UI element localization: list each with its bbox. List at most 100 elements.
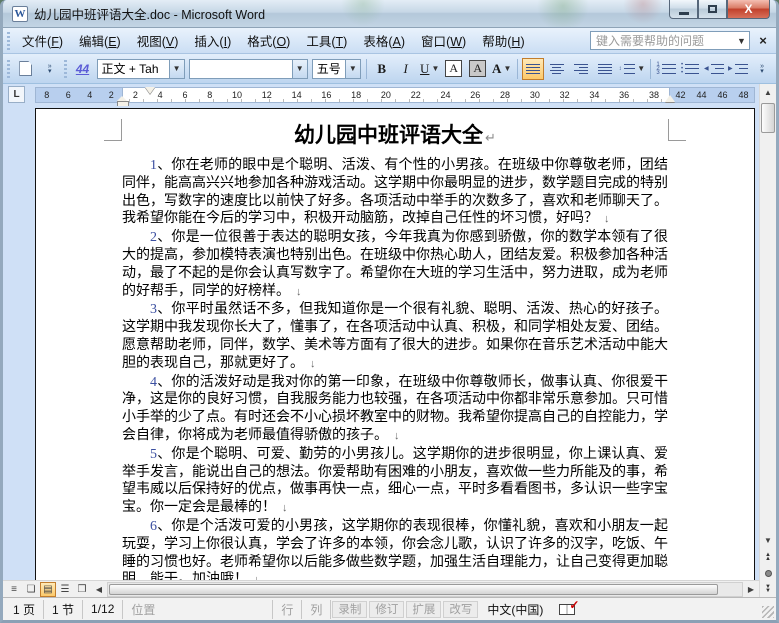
bullets-button[interactable]: • • • <box>679 58 701 80</box>
ruler-number: 24 <box>440 89 451 100</box>
scroll-up-arrow[interactable]: ▲ <box>760 84 776 101</box>
increase-indent-button[interactable]: ▶ <box>727 58 749 80</box>
menu-item[interactable]: 工具(T) <box>298 27 355 54</box>
styles-and-formatting-button[interactable]: 44 <box>72 58 94 80</box>
previous-page-button[interactable]: ▲ ▲ <box>760 549 776 565</box>
scroll-right-arrow[interactable]: ▶ <box>743 581 759 597</box>
chevron-down-icon[interactable]: ▼ <box>344 59 360 78</box>
toolbar-grip[interactable] <box>63 59 67 78</box>
vertical-scrollbar[interactable]: ▲ ▼ ▲ ▲ ▼ ▼ <box>759 84 776 597</box>
outline-view-button[interactable]: ☰ <box>57 582 73 597</box>
horizontal-scroll-thumb[interactable] <box>109 583 718 595</box>
chevron-down-icon[interactable]: ▼ <box>503 64 511 73</box>
horizontal-ruler[interactable]: 8642 2 4 6 8 10 12 14 16 18 20 22 24 26 28 30 32 34 36 38 … <box>35 87 755 107</box>
character-border-button[interactable]: A <box>443 58 465 80</box>
track-changes-toggle[interactable]: 修订 <box>369 600 405 618</box>
italic-button[interactable]: I <box>395 58 417 80</box>
chevron-down-icon[interactable]: ▼ <box>431 64 439 73</box>
menu-item[interactable]: 表格(A) <box>355 27 413 54</box>
close-button[interactable]: X <box>727 0 770 19</box>
print-layout-view-button[interactable]: ▤ <box>40 581 56 597</box>
toolbar-options-button[interactable]: » ▾ <box>39 58 61 80</box>
paragraph: 1、你在老师的眼中是个聪明、活泼、有个性的小男孩。在班级中你尊敬老师，团结同伴，… <box>122 157 668 229</box>
underline-button[interactable]: U ▼ <box>419 58 441 80</box>
toolbar-grip[interactable] <box>7 59 10 78</box>
document-column: L 8642 2 4 6 8 10 12 14 16 18 20 22 24 26 28 30 32 34 36 3… <box>3 84 759 597</box>
line-break-mark: ↓ <box>394 429 400 442</box>
resize-grip[interactable] <box>762 606 774 618</box>
chevron-overflow-icon: » ▾ <box>47 62 52 75</box>
double-up-icon: ▲ ▲ <box>765 552 771 562</box>
record-macro-toggle[interactable]: 录制 <box>332 600 368 618</box>
style-combobox[interactable]: 正文 + Tah ▼ <box>96 58 185 79</box>
next-page-button[interactable]: ▼ ▼ <box>760 581 776 597</box>
paragraphs: 1、你在老师的眼中是个聪明、活泼、有个性的小男孩。在班级中你尊敬老师，团结同伴，… <box>122 157 668 580</box>
line-break-mark: ↓ <box>604 213 610 226</box>
menu-item[interactable]: 格式(O) <box>239 27 298 54</box>
horizontal-scrollbar-row: ≡ ❏ ▤ ☰ ❒ ◀ ▶ <box>3 580 759 597</box>
ruler-right-margin: 42 44 46 48 <box>670 88 754 102</box>
spelling-status[interactable]: ✓ <box>551 598 583 619</box>
bold-button[interactable]: B <box>371 58 393 80</box>
paragraph: 6、你是个活泼可爱的小男孩，这学期你的表现很棒，你懂礼貌，喜欢和小朋友一起玩耍，… <box>122 518 668 580</box>
numbering-button[interactable]: 123 <box>655 58 677 80</box>
decrease-indent-button[interactable]: ◀ <box>703 58 725 80</box>
normal-view-button[interactable]: ≡ <box>6 582 22 597</box>
hanging-indent-marker[interactable] <box>117 96 129 107</box>
paragraph-number: 1 <box>150 158 157 173</box>
overtype-toggle[interactable]: 改写 <box>443 600 479 618</box>
menu-item[interactable]: 文件(F) <box>14 27 71 54</box>
help-question-input[interactable]: 键入需要帮助的问题 ▼ <box>590 31 750 50</box>
chevron-down-icon[interactable]: ▼ <box>168 59 184 78</box>
vertical-scroll-thumb[interactable] <box>761 103 775 133</box>
numbering-icon: 123 <box>656 61 660 76</box>
document-area[interactable]: 幼儿园中班评语大全 ↵ 1、你在老师的眼中是个聪明、活泼、有个性的小男孩。在班级中… <box>3 106 759 580</box>
distribute-button[interactable] <box>594 58 616 80</box>
align-right-button[interactable] <box>570 58 592 80</box>
minimize-button[interactable] <box>669 0 698 19</box>
reading-layout-view-button[interactable]: ❒ <box>74 582 90 597</box>
menu-item[interactable]: 视图(V) <box>129 27 187 54</box>
help-placeholder: 键入需要帮助的问题 <box>596 34 705 48</box>
line-spacing-button[interactable]: ↕ ▼ <box>618 58 646 80</box>
scroll-left-arrow[interactable]: ◀ <box>91 581 107 597</box>
character-scale-button[interactable]: A ▼ <box>491 58 513 80</box>
paragraph: 2、你是一位很善于表达的聪明女孩，今年我真为你感到骄傲，你的数学本领有了很大的提… <box>122 229 668 301</box>
horizontal-scrollbar[interactable] <box>107 581 743 597</box>
ruler-row: L 8642 2 4 6 8 10 12 14 16 18 20 22 24 26 28 30 32 34 36 3… <box>3 84 759 107</box>
align-justify-button[interactable] <box>521 57 544 80</box>
close-icon: X <box>744 2 753 16</box>
page[interactable]: 幼儿园中班评语大全 ↵ 1、你在老师的眼中是个聪明、活泼、有个性的小男孩。在班级中… <box>35 108 755 580</box>
chevron-down-icon[interactable]: ▼ <box>734 36 749 46</box>
align-center-button[interactable] <box>546 58 568 80</box>
menu-item[interactable]: 窗口(W) <box>413 27 474 54</box>
line-break-mark: ↓ <box>310 357 316 370</box>
select-browse-object-button[interactable] <box>760 565 776 581</box>
scroll-down-arrow[interactable]: ▼ <box>760 532 776 549</box>
chevron-down-icon[interactable]: ▼ <box>637 64 645 73</box>
ruler-number: 8 <box>44 89 50 100</box>
menu-item[interactable]: 插入(I) <box>186 27 239 54</box>
right-indent-marker[interactable] <box>665 95 675 102</box>
character-shading-button[interactable]: A <box>467 58 489 80</box>
extend-selection-toggle[interactable]: 扩展 <box>406 600 442 618</box>
menubar-close-icon[interactable]: × <box>754 33 772 48</box>
titlebar[interactable]: W 幼儿园中班评语大全.doc - Microsoft Word X <box>3 0 776 28</box>
paragraph-number: 2 <box>150 230 157 246</box>
status-page: 1 页 <box>5 599 45 619</box>
menu-item[interactable]: 帮助(H) <box>474 27 532 54</box>
font-combobox[interactable]: ▼ <box>188 58 308 79</box>
toolbar-grip[interactable] <box>7 31 10 50</box>
menu-item[interactable]: 编辑(E) <box>71 27 129 54</box>
font-size-combobox[interactable]: 五号 ▼ <box>311 58 361 79</box>
scroll-track[interactable] <box>760 135 776 532</box>
ruler-number: 30 <box>529 89 540 100</box>
tab-stop-selector[interactable]: L <box>8 86 25 103</box>
new-document-button[interactable] <box>15 58 37 80</box>
toolbar-options-button[interactable]: » ▾ <box>751 58 773 80</box>
chevron-down-icon[interactable]: ▼ <box>291 59 307 78</box>
web-layout-view-button[interactable]: ❏ <box>23 582 39 597</box>
line-spacing-lines <box>623 63 636 75</box>
first-line-indent-marker[interactable] <box>145 87 155 94</box>
maximize-button[interactable] <box>698 0 727 19</box>
